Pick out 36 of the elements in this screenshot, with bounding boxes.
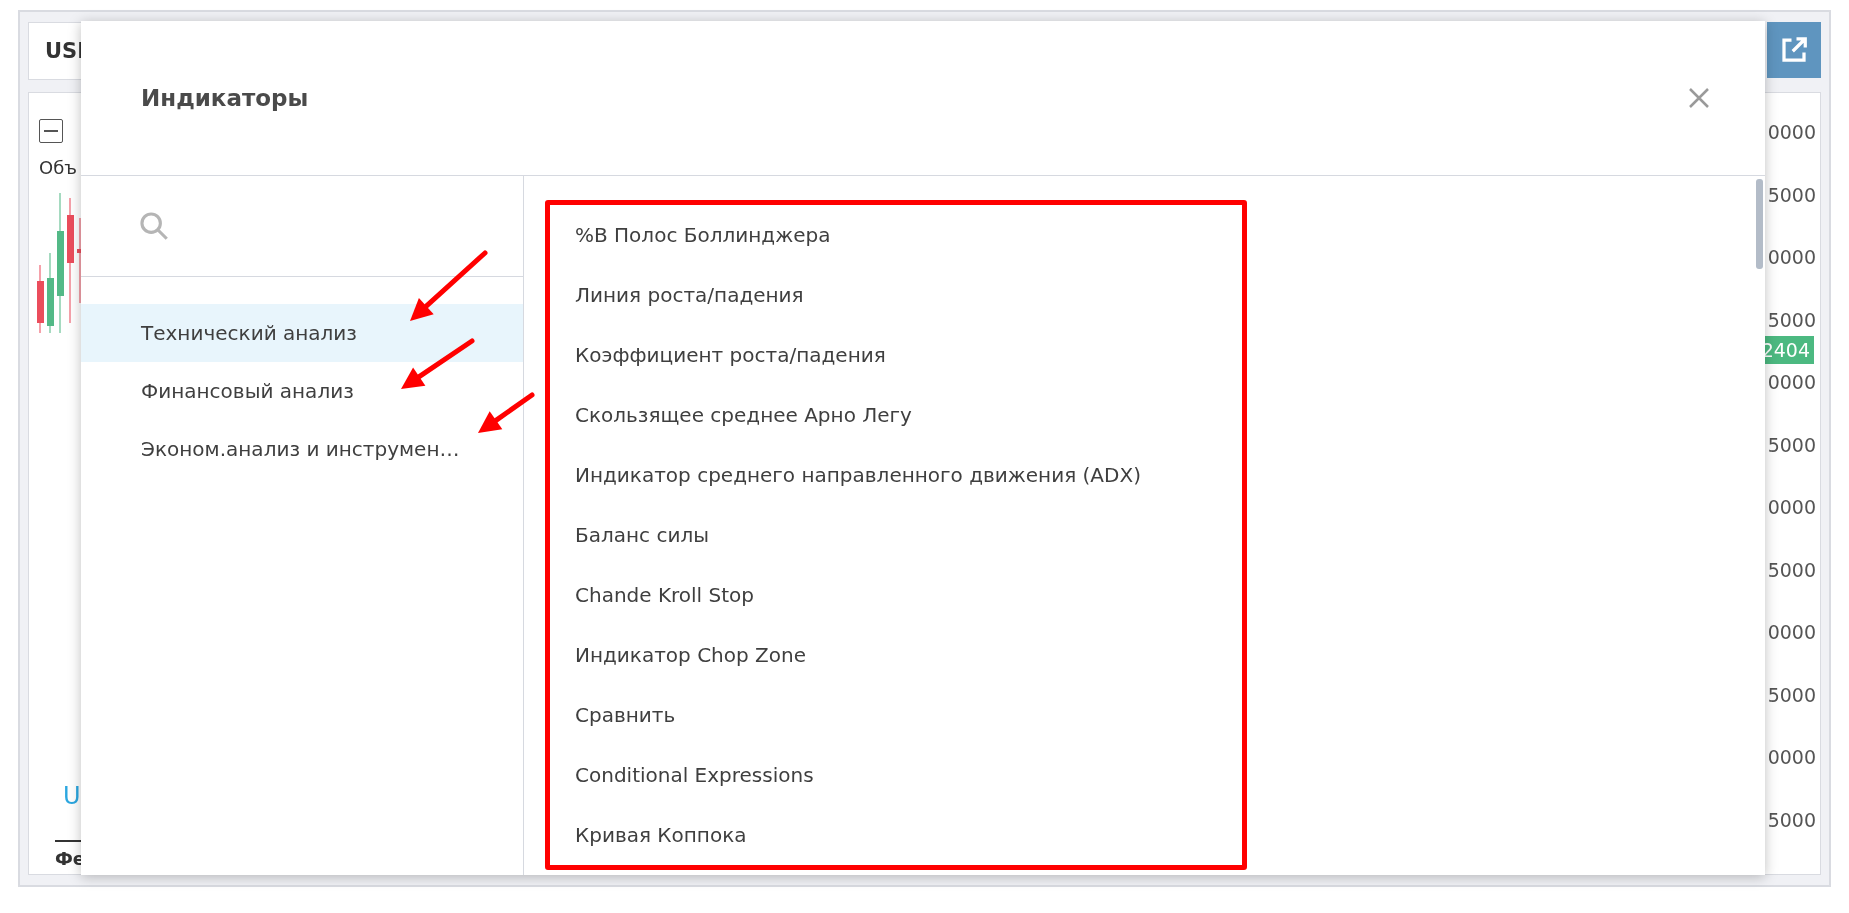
indicator-item[interactable]: Скользящее среднее Арно Легу xyxy=(550,385,1242,445)
price-label: 5000 xyxy=(1767,433,1816,456)
series-label: U xyxy=(63,782,82,810)
category-item[interactable]: Эконом.анализ и инструмен… xyxy=(81,420,523,478)
category-item[interactable]: Технический анализ xyxy=(81,304,523,362)
price-label: 5000 xyxy=(1767,183,1816,206)
indicator-item[interactable]: Conditional Expressions xyxy=(550,745,1242,805)
indicator-item[interactable]: Индикатор Chop Zone xyxy=(550,625,1242,685)
scrollbar-thumb[interactable] xyxy=(1756,179,1763,269)
price-label: 5000 xyxy=(1767,808,1816,831)
price-label: 5000 xyxy=(1767,308,1816,331)
price-label: 5000 xyxy=(1767,558,1816,581)
indicator-item[interactable]: Индикатор среднего направленного движения (ADX) xyxy=(550,445,1242,505)
price-label: 0000 xyxy=(1767,246,1816,269)
price-label: 0000 xyxy=(1767,621,1816,644)
close-icon xyxy=(1687,86,1711,110)
dialog-title: Индикаторы xyxy=(141,85,309,111)
indicator-item[interactable]: Кривая Коппока xyxy=(550,805,1242,865)
indicator-item[interactable]: %B Полос Боллинджера xyxy=(550,205,1242,265)
category-item[interactable]: Финансовый анализ xyxy=(81,362,523,420)
external-link-icon xyxy=(1779,35,1809,65)
price-label: 0000 xyxy=(1767,746,1816,769)
price-label: 0000 xyxy=(1767,496,1816,519)
price-label: 5000 xyxy=(1767,683,1816,706)
indicator-item[interactable]: Линия роста/падения xyxy=(550,265,1242,325)
price-label: 0000 xyxy=(1767,121,1816,144)
indicator-item[interactable]: Коэффициент роста/падения xyxy=(550,325,1242,385)
legend-label: Объ xyxy=(39,157,78,178)
indicator-item[interactable]: Сравнить xyxy=(550,685,1242,745)
popout-button[interactable] xyxy=(1767,22,1821,78)
price-label: 0000 xyxy=(1767,371,1816,394)
search-icon xyxy=(137,209,171,243)
indicator-item[interactable]: Chande Kroll Stop xyxy=(550,565,1242,625)
annotation-arrow xyxy=(478,392,535,433)
indicator-item[interactable]: Баланс силы xyxy=(550,505,1242,565)
collapse-icon[interactable] xyxy=(39,119,63,143)
